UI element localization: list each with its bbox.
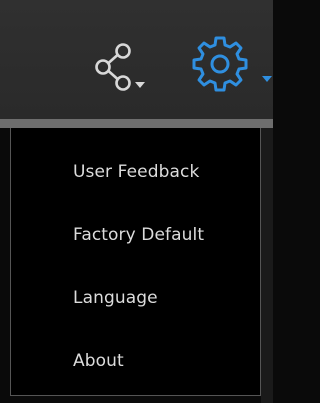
menu-item-label: About <box>73 351 124 371</box>
share-button[interactable] <box>90 42 158 96</box>
menu-item-label: Language <box>73 288 158 308</box>
menu-item-about[interactable]: About <box>11 330 260 392</box>
background-panel-edge <box>261 128 273 403</box>
toolbar <box>0 0 273 119</box>
gear-icon <box>192 36 272 92</box>
menu-item-label: Factory Default <box>73 225 205 245</box>
settings-button[interactable] <box>190 28 273 98</box>
settings-dropdown-menu: User Feedback Factory Default Language A… <box>10 128 261 396</box>
menu-item-label: User Feedback <box>73 162 200 182</box>
share-icon <box>95 43 145 91</box>
menu-item-language[interactable]: Language <box>11 267 260 329</box>
chevron-down-icon <box>262 76 272 82</box>
menu-item-user-feedback[interactable]: User Feedback <box>11 141 260 203</box>
menu-item-factory-default[interactable]: Factory Default <box>11 204 260 266</box>
chevron-down-icon <box>135 82 145 88</box>
toolbar-divider <box>0 119 273 128</box>
